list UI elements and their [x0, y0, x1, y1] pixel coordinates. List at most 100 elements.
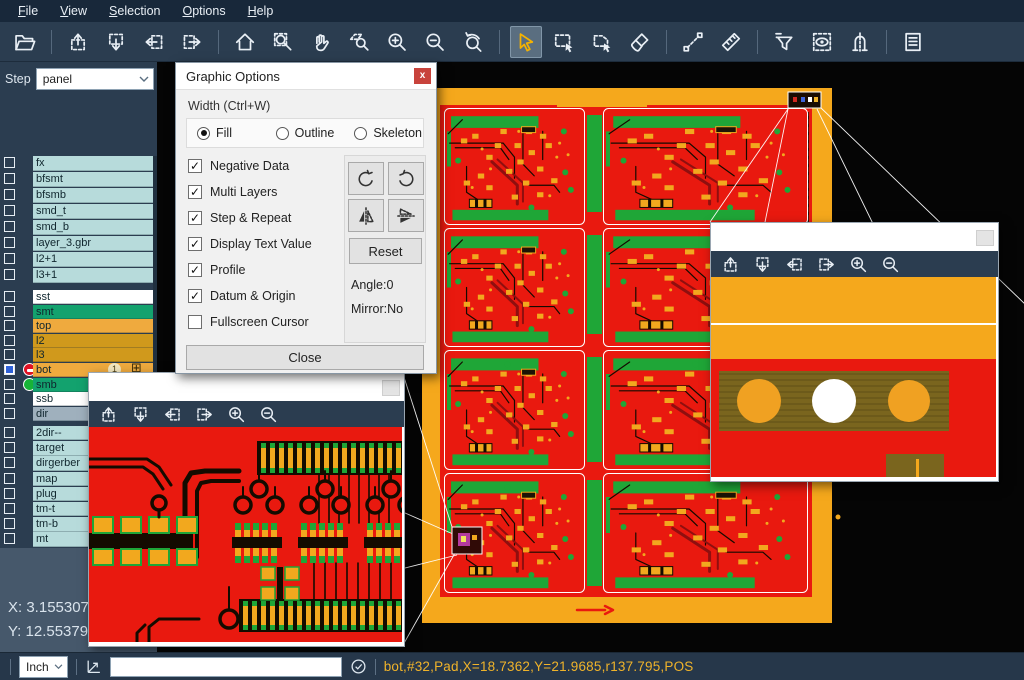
- layer-checkbox[interactable]: [4, 503, 15, 514]
- zoom-object-icon[interactable]: [343, 26, 375, 58]
- pan-down-icon[interactable]: [127, 403, 153, 425]
- layer-row-bfsmt[interactable]: bfsmt: [0, 172, 157, 187]
- menu-file[interactable]: File: [8, 2, 48, 20]
- layer-row-layer_3.gbr[interactable]: layer_3.gbr: [0, 236, 157, 251]
- checkbox-step-repeat[interactable]: ✓Step & Repeat: [188, 211, 291, 225]
- pan-up-icon[interactable]: [95, 403, 121, 425]
- zoom-detail-viewport[interactable]: [89, 427, 402, 642]
- layer-checkbox[interactable]: [4, 157, 15, 168]
- apply-check-icon[interactable]: [350, 658, 367, 675]
- pan-up-icon[interactable]: [717, 253, 743, 275]
- radio-skeleton[interactable]: Skeleton: [354, 126, 423, 140]
- zoom-window-icon[interactable]: [267, 26, 299, 58]
- open-folder-icon[interactable]: [9, 26, 41, 58]
- layer-checkbox[interactable]: [4, 253, 15, 264]
- menu-help[interactable]: Help: [238, 2, 284, 20]
- menu-options[interactable]: Options: [172, 2, 235, 20]
- close-icon[interactable]: x: [414, 68, 431, 84]
- zoom-window-titlebar[interactable]: [711, 223, 998, 251]
- layer-row-sst[interactable]: sst: [0, 290, 157, 304]
- layer-name[interactable]: smd_b: [33, 220, 153, 235]
- layer-checkbox[interactable]: [4, 473, 15, 484]
- menu-selection[interactable]: Selection: [99, 2, 170, 20]
- zoom-window-titlebar[interactable]: [89, 373, 404, 401]
- layer-checkbox[interactable]: [4, 189, 15, 200]
- layer-name[interactable]: l2+1: [33, 252, 153, 267]
- radio-fill[interactable]: Fill: [197, 126, 266, 140]
- layer-row-smd_t[interactable]: smd_t: [0, 204, 157, 219]
- pan-left-icon[interactable]: [159, 403, 185, 425]
- layer-name[interactable]: sst: [33, 290, 153, 304]
- pan-hand-icon[interactable]: [305, 26, 337, 58]
- layer-checkbox[interactable]: [4, 320, 15, 331]
- layer-name[interactable]: smd_t: [33, 204, 153, 219]
- layer-row-l2+1[interactable]: l2+1: [0, 252, 157, 267]
- layer-checkbox[interactable]: [4, 488, 15, 499]
- pan-right-icon[interactable]: [176, 26, 208, 58]
- checkbox-negative-data[interactable]: ✓Negative Data: [188, 159, 289, 173]
- pan-left-icon[interactable]: [781, 253, 807, 275]
- zoom-in-icon[interactable]: [845, 253, 871, 275]
- zoom-in-icon[interactable]: [381, 26, 413, 58]
- home-icon[interactable]: [229, 26, 261, 58]
- pan-left-icon[interactable]: [138, 26, 170, 58]
- checkbox-multi-layers[interactable]: ✓Multi Layers: [188, 185, 277, 199]
- layer-row-smt[interactable]: smt: [0, 305, 157, 319]
- layer-name[interactable]: bfsmb: [33, 188, 153, 203]
- layer-row-top[interactable]: top: [0, 319, 157, 333]
- window-button-icon[interactable]: [976, 230, 994, 246]
- layer-checkbox[interactable]: [4, 306, 15, 317]
- layer-name[interactable]: smt: [33, 305, 153, 319]
- zoom-previous-icon[interactable]: [457, 26, 489, 58]
- layer-name[interactable]: top: [33, 319, 153, 333]
- layer-checkbox[interactable]: [4, 457, 15, 468]
- select-group-icon[interactable]: [586, 26, 618, 58]
- layer-checkbox[interactable]: [4, 269, 15, 280]
- unit-select[interactable]: Inch: [19, 656, 68, 678]
- layer-checkbox[interactable]: [4, 221, 15, 232]
- snap-arc-icon[interactable]: [844, 26, 876, 58]
- layer-checkbox[interactable]: [4, 364, 15, 375]
- clean-brush-icon[interactable]: [624, 26, 656, 58]
- layer-row-l2[interactable]: l2: [0, 334, 157, 348]
- zoom-out-icon[interactable]: [255, 403, 281, 425]
- pan-right-icon[interactable]: [813, 253, 839, 275]
- layer-checkbox[interactable]: [4, 442, 15, 453]
- layer-checkbox[interactable]: [4, 335, 15, 346]
- layer-name[interactable]: fx: [33, 156, 153, 171]
- layer-checkbox[interactable]: [4, 393, 15, 404]
- pan-right-icon[interactable]: [191, 403, 217, 425]
- zoom-in-icon[interactable]: [223, 403, 249, 425]
- layer-checkbox[interactable]: [4, 291, 15, 302]
- layer-name[interactable]: l3+1: [33, 268, 153, 283]
- layer-checkbox[interactable]: [4, 349, 15, 360]
- window-button-icon[interactable]: [382, 380, 400, 396]
- zoom-out-icon[interactable]: [419, 26, 451, 58]
- layer-checkbox[interactable]: [4, 379, 15, 390]
- checkbox-profile[interactable]: ✓Profile: [188, 263, 245, 277]
- measure-ruler-icon[interactable]: [715, 26, 747, 58]
- filter-funnel-icon[interactable]: [768, 26, 800, 58]
- layer-checkbox[interactable]: [4, 518, 15, 529]
- checkbox-datum-origin[interactable]: ✓Datum & Origin: [188, 289, 295, 303]
- mirror-v-button[interactable]: [388, 199, 424, 232]
- angle-measure-icon[interactable]: [85, 658, 102, 675]
- checkbox-fullscreen-cursor[interactable]: Fullscreen Cursor: [188, 315, 309, 329]
- layer-checkbox[interactable]: [4, 427, 15, 438]
- measure-line-icon[interactable]: [677, 26, 709, 58]
- report-list-icon[interactable]: [897, 26, 929, 58]
- pan-up-icon[interactable]: [62, 26, 94, 58]
- dialog-titlebar[interactable]: Graphic Options x: [176, 63, 436, 90]
- layer-checkbox[interactable]: [4, 408, 15, 419]
- layer-checkbox[interactable]: [4, 237, 15, 248]
- zoom-out-icon[interactable]: [877, 253, 903, 275]
- layer-checkbox[interactable]: [4, 533, 15, 544]
- layer-row-fx[interactable]: fx: [0, 156, 157, 171]
- view-filter-eye-icon[interactable]: [806, 26, 838, 58]
- layer-checkbox[interactable]: [4, 205, 15, 216]
- layer-name[interactable]: layer_3.gbr: [33, 236, 153, 251]
- layer-name[interactable]: l2: [33, 334, 153, 348]
- zoom-pads-viewport[interactable]: [711, 277, 996, 477]
- select-rect-icon[interactable]: [548, 26, 580, 58]
- layer-name[interactable]: bfsmt: [33, 172, 153, 187]
